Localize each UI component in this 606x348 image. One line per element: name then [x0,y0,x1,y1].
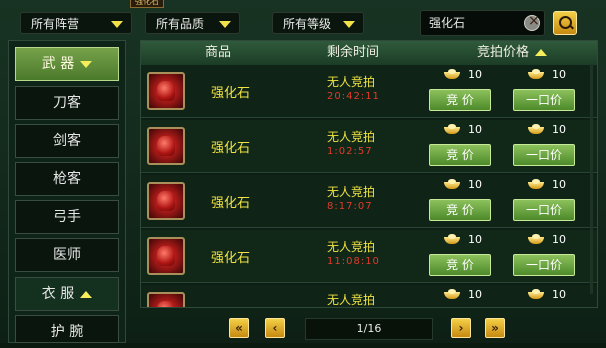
gold-ingot-icon [444,124,460,134]
bid-status: 无人竞拍 [327,293,376,307]
sidebar-item-bracer[interactable]: 护 腕 [15,315,119,343]
sidebar-item-archer[interactable]: 弓手 [15,200,119,234]
camp-filter-label: 所有阵营 [31,17,80,31]
buyout-button[interactable]: 一口价 [513,89,575,111]
clear-search-icon[interactable] [524,13,540,31]
bid-price: 10 [468,123,482,136]
time-remaining: 20:42:11 [327,91,380,102]
buyout-button[interactable]: 一口价 [513,254,575,276]
sidebar-item-label: 弓手 [53,209,81,225]
gold-ingot-icon [444,234,460,244]
bid-button[interactable]: 竞 价 [429,89,491,111]
quality-filter-label: 所有品质 [156,17,205,31]
buyout-price: 10 [552,288,566,301]
bid-status: 无人竞拍 [327,75,376,89]
table-row: 无人竞拍 10 10 [141,285,597,307]
bid-price: 10 [468,233,482,246]
level-filter-label: 所有等级 [283,17,332,31]
buyout-button[interactable]: 一口价 [513,144,575,166]
camp-filter-dropdown[interactable]: 所有阵营 [20,12,132,34]
item-name: 强化石 [211,196,251,211]
time-remaining: 1:02:57 [327,146,373,157]
gold-ingot-icon [528,69,544,79]
bid-button[interactable]: 竞 价 [429,254,491,276]
bid-button[interactable]: 竞 价 [429,144,491,166]
gold-ingot-icon [528,289,544,299]
gold-ingot-icon [444,289,460,299]
header-price[interactable]: 竞拍价格 [477,41,548,65]
sidebar-item-weapons[interactable]: 武 器 [15,47,119,81]
table-row: 强化石 无人竞拍 11:08:10 10 10 竞 价 一口价 [141,230,597,283]
gold-ingot-icon [528,234,544,244]
gold-ingot-icon [444,69,460,79]
gem-icon[interactable] [147,127,185,165]
gold-ingot-icon [528,124,544,134]
chevron-down-icon [219,21,231,28]
next-page-button[interactable]: › [451,318,471,338]
search-button[interactable] [553,11,577,35]
buyout-button[interactable]: 一口价 [513,199,575,221]
bid-status: 无人竞拍 [327,185,376,199]
gold-ingot-icon [444,179,460,189]
sidebar-item-label: 枪客 [53,171,81,187]
table-scrollbar[interactable] [590,64,593,294]
table-row: 强化石 无人竞拍 20:42:11 10 10 竞 价 一口价 [141,65,597,118]
chevron-down-icon [111,21,123,28]
header-time[interactable]: 剩余时间 [327,41,379,65]
sidebar-item-label: 武 器 [41,56,75,72]
auction-panel: 强化石 所有阵营 所有品质 所有等级 强化石 武 器 刀客 剑客 枪客 弓手 [0,0,606,343]
chevron-down-icon [80,60,93,68]
chevron-down-icon [343,21,355,28]
time-remaining: 8:17:07 [327,201,373,212]
quality-filter-dropdown[interactable]: 所有品质 [145,12,240,34]
prev-page-button[interactable]: ‹ [265,318,285,338]
item-name: 强化石 [211,141,251,156]
bid-price: 10 [468,288,482,301]
sidebar-item-blade[interactable]: 刀客 [15,86,119,120]
auction-table: 商品 剩余时间 竞拍价格 强化石 无人竞拍 20:42:11 10 10 竞 价… [140,40,598,308]
time-remaining: 11:08:10 [327,256,380,267]
sidebar-item-sword[interactable]: 剑客 [15,124,119,158]
bid-price: 10 [468,178,482,191]
buyout-price: 10 [552,233,566,246]
level-filter-dropdown[interactable]: 所有等级 [272,12,364,34]
bid-status: 无人竞拍 [327,130,376,144]
sidebar-item-spear[interactable]: 枪客 [15,162,119,196]
bid-button[interactable]: 竞 价 [429,199,491,221]
buyout-price: 10 [552,178,566,191]
sort-ascending-icon [535,49,548,56]
page-indicator: 1/16 [305,318,433,340]
gold-ingot-icon [528,179,544,189]
table-row: 强化石 无人竞拍 8:17:07 10 10 竞 价 一口价 [141,175,597,228]
sidebar-item-label: 剑客 [53,133,81,149]
buyout-price: 10 [552,68,566,81]
header-item: 商品 [205,45,232,60]
bid-price: 10 [468,68,482,81]
buyout-price: 10 [552,123,566,136]
gem-icon[interactable] [147,237,185,275]
sidebar-item-label: 护 腕 [50,324,84,340]
gem-icon[interactable] [147,292,185,307]
gem-icon[interactable] [147,182,185,220]
bid-status: 无人竞拍 [327,240,376,254]
table-header: 商品 剩余时间 竞拍价格 [141,41,597,66]
sidebar-item-label: 医师 [53,247,81,263]
item-name: 强化石 [211,86,251,101]
sidebar-item-label: 刀客 [53,95,81,111]
sidebar-item-clothes[interactable]: 衣 服 [15,277,119,311]
gem-icon[interactable] [147,72,185,110]
table-row: 强化石 无人竞拍 1:02:57 10 10 竞 价 一口价 [141,120,597,173]
panel-tab-tag: 强化石 [130,0,164,8]
sidebar-item-label: 衣 服 [41,286,75,302]
sidebar-item-healer[interactable]: 医师 [15,238,119,272]
item-name: 强化石 [211,251,251,266]
category-sidebar: 武 器 刀客 剑客 枪客 弓手 医师 衣 服 护 腕 [8,40,126,343]
chevron-up-icon [80,290,93,298]
first-page-button[interactable]: « [229,318,249,338]
last-page-button[interactable]: » [485,318,505,338]
